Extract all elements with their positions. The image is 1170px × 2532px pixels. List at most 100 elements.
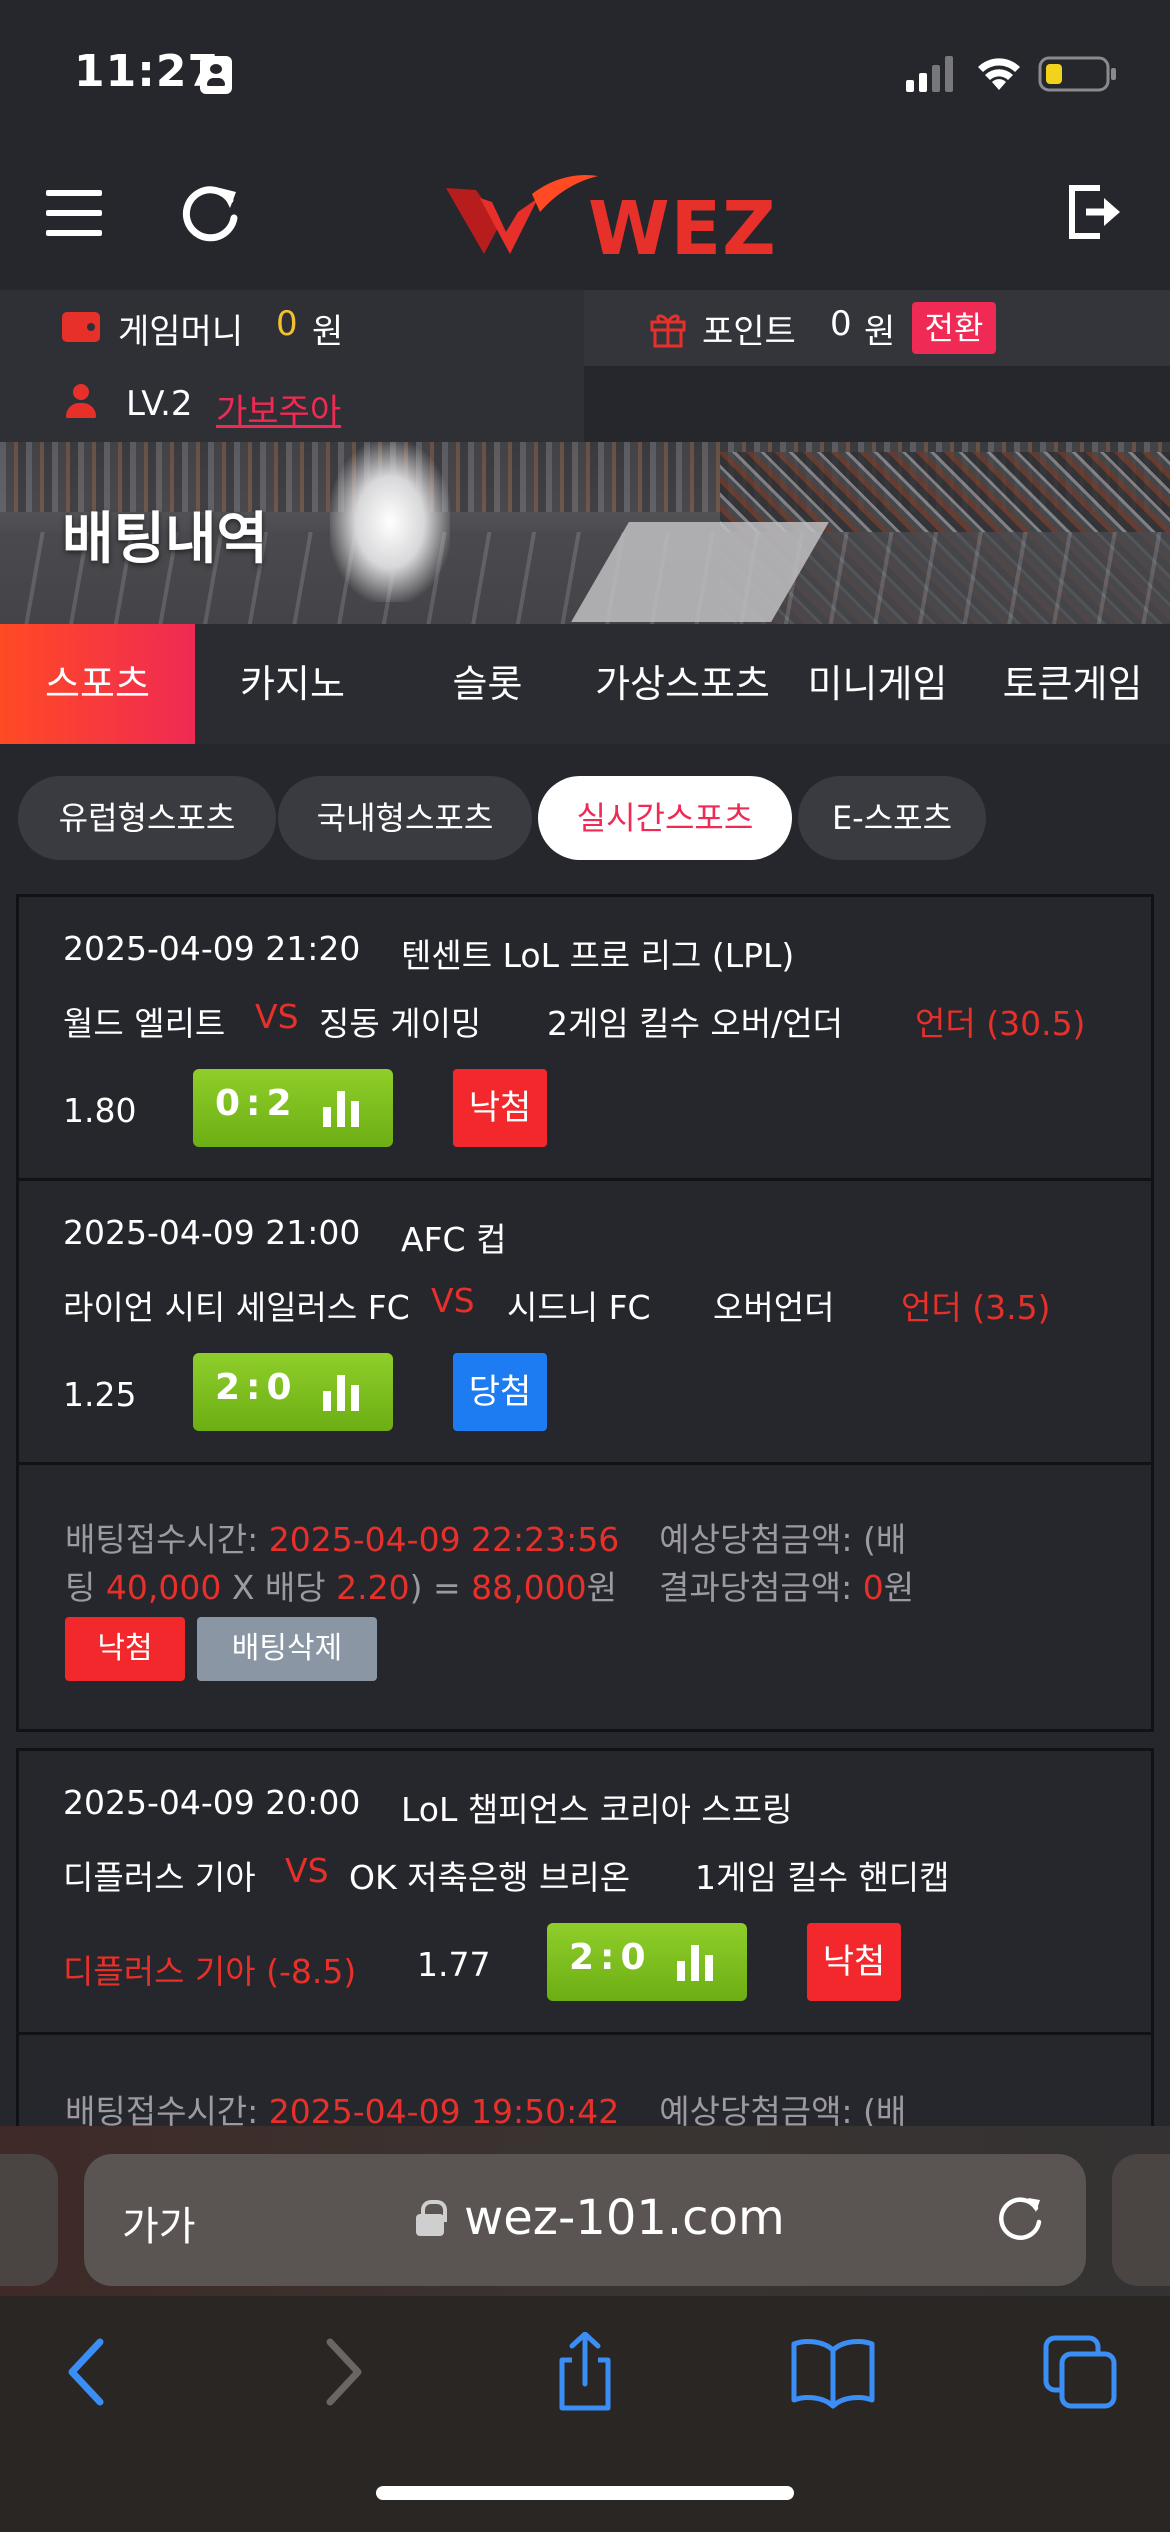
bet-odds: 1.80 xyxy=(63,1091,137,1130)
bet-item: 2025-04-09 21:20 텐센트 LoL 프로 리그 (LPL) 월드 … xyxy=(19,897,1151,1181)
bet-item: 2025-04-09 21:00 AFC 컵 라이언 시티 세일러스 FC VS… xyxy=(19,1181,1151,1465)
level-box: LV.2 가보주아 xyxy=(0,366,584,442)
bet-pick: 언더 (30.5) xyxy=(915,1004,1086,1043)
bet-vs: VS xyxy=(255,997,299,1036)
tab-casino[interactable]: 카지노 xyxy=(195,624,390,744)
url-text: wez-101.com xyxy=(464,2190,785,2246)
tab-mini-game[interactable]: 미니게임 xyxy=(780,624,975,744)
won-unit: 원 xyxy=(586,1568,617,1607)
score-button[interactable]: 0:2 xyxy=(193,1069,393,1147)
refresh-icon[interactable] xyxy=(178,180,244,246)
subtab-esports[interactable]: E-스포츠 xyxy=(798,776,986,860)
back-icon[interactable] xyxy=(44,2332,134,2412)
gift-icon xyxy=(650,314,686,348)
status-time: 11:27 xyxy=(74,46,220,97)
battery-icon xyxy=(1038,56,1116,92)
status-bar: 11:27 xyxy=(0,0,1170,150)
point-label: 포인트 xyxy=(702,312,796,352)
browser-toolbar: 가가 wez-101.com xyxy=(0,2126,1170,2532)
bet-away-team: 시드니 FC xyxy=(507,1288,651,1327)
subtab-live-sports[interactable]: 실시간스포츠 xyxy=(538,776,792,860)
banner-smoke xyxy=(330,442,450,602)
app-header: WEZ xyxy=(0,150,1170,290)
user-icon xyxy=(66,384,96,420)
reload-icon[interactable] xyxy=(992,2190,1048,2246)
result-badge-lose: 낙첨 xyxy=(453,1069,547,1147)
bet-vs: VS xyxy=(431,1281,475,1320)
bet-market: 2게임 킬수 오버/언더 xyxy=(547,1004,843,1043)
account-info-bar: 게임머니 0 원 포인트 0 원 전환 xyxy=(0,290,1170,366)
signal-icon xyxy=(906,56,953,92)
summary-line-1: 배팅접수시간: 2025-04-09 22:23:56 예상당첨금액: (배 xyxy=(65,1513,906,1561)
game-money-unit: 원 xyxy=(312,312,344,352)
equals-label: ) = xyxy=(409,1568,472,1607)
bet-league: LoL 챔피언스 코리아 스프링 xyxy=(401,1790,793,1829)
bet-odds: 1.77 xyxy=(417,1945,491,1984)
previous-tab-preview[interactable] xyxy=(0,2154,58,2286)
result-amount-value: 0 xyxy=(862,1568,884,1607)
point-box: 포인트 0 원 전환 xyxy=(584,290,1170,366)
game-money-label: 게임머니 xyxy=(118,312,244,352)
result-badge-win: 당첨 xyxy=(453,1353,547,1431)
user-level: LV.2 xyxy=(126,384,193,424)
bet-market: 1게임 킬수 핸디캡 xyxy=(695,1858,950,1897)
lock-icon xyxy=(416,2200,447,2236)
bet-datetime: 2025-04-09 21:00 xyxy=(63,1213,361,1252)
home-indicator xyxy=(376,2486,794,2500)
subtab-domestic-sports[interactable]: 국내형스포츠 xyxy=(278,776,532,860)
tabs-icon[interactable] xyxy=(1036,2332,1126,2412)
address-bar[interactable]: 가가 wez-101.com xyxy=(84,2154,1086,2286)
logo-text: WEZ xyxy=(588,186,777,272)
tab-virtual-sports[interactable]: 가상스포츠 xyxy=(585,624,780,744)
address-bar-area: 가가 wez-101.com xyxy=(0,2126,1170,2296)
bet-pick: 디플러스 기아 (-8.5) xyxy=(63,1952,357,1991)
point-value: 0 xyxy=(830,304,852,344)
expected-label: 예상당첨금액: (배 xyxy=(659,1520,907,1559)
bet-league: AFC 컵 xyxy=(401,1220,507,1259)
score-button[interactable]: 2:0 xyxy=(193,1353,393,1431)
bet-time-value: 2025-04-09 22:23:56 xyxy=(268,1520,620,1559)
bookmarks-icon[interactable] xyxy=(788,2332,878,2412)
summary-line-2: 팅 40,000 X 배당 2.20) = 88,000원 결과당첨금액: 0원 xyxy=(65,1561,914,1609)
share-icon[interactable] xyxy=(540,2332,630,2412)
bet-market: 오버언더 xyxy=(713,1288,835,1327)
result-amount-label: 결과당첨금액: xyxy=(658,1568,863,1607)
score-text: 2:0 xyxy=(215,1367,298,1408)
page-settings-button[interactable]: 가가 xyxy=(122,2194,196,2252)
forward-icon[interactable] xyxy=(296,2332,386,2412)
game-money-box: 게임머니 0 원 xyxy=(0,290,584,366)
bet-vs: VS xyxy=(285,1851,329,1890)
bet-slip-card: 2025-04-09 20:00 LoL 챔피언스 코리아 스프링 디플러스 기… xyxy=(16,1748,1154,2148)
page-title: 배팅내역 xyxy=(62,507,269,572)
bet-league: 텐센트 LoL 프로 리그 (LPL) xyxy=(401,936,795,975)
bet-datetime: 2025-04-09 20:00 xyxy=(63,1783,361,1822)
user-nickname[interactable]: 가보주아 xyxy=(216,384,341,433)
subtab-european-sports[interactable]: 유럽형스포츠 xyxy=(18,776,276,860)
stake-prefix: 팅 xyxy=(65,1568,106,1607)
next-tab-preview[interactable] xyxy=(1112,2154,1170,2286)
id-card-icon xyxy=(200,56,232,94)
stake-amount: 40,000 xyxy=(105,1568,222,1607)
wez-logo[interactable]: WEZ xyxy=(440,168,776,272)
delete-bet-button[interactable]: 배팅삭제 xyxy=(197,1617,377,1681)
convert-button[interactable]: 전환 xyxy=(912,302,996,354)
bet-item: 2025-04-09 20:00 LoL 챔피언스 코리아 스프링 디플러스 기… xyxy=(19,1751,1151,2035)
bet-odds: 1.25 xyxy=(63,1375,137,1414)
bet-datetime: 2025-04-09 21:20 xyxy=(63,929,361,968)
logout-icon[interactable] xyxy=(1066,182,1126,242)
summary-status-badge: 낙첨 xyxy=(65,1617,185,1681)
tab-slot[interactable]: 슬롯 xyxy=(390,624,585,744)
tab-sports[interactable]: 스포츠 xyxy=(0,624,195,744)
expected-amount: 88,000 xyxy=(471,1568,587,1607)
bet-summary: 배팅접수시간: 2025-04-09 22:23:56 예상당첨금액: (배 팅 … xyxy=(19,1465,1151,1729)
total-odds: 2.20 xyxy=(336,1568,410,1607)
bet-pick: 언더 (3.5) xyxy=(901,1288,1051,1327)
score-button[interactable]: 2:0 xyxy=(547,1923,747,2001)
menu-icon[interactable] xyxy=(46,190,102,238)
bet-away-team: 징동 게이밍 xyxy=(319,1004,482,1043)
tab-token-game[interactable]: 토큰게임 xyxy=(975,624,1170,744)
bet-home-team: 디플러스 기아 xyxy=(63,1858,256,1897)
logo-mark-icon xyxy=(446,174,598,254)
stats-bars-icon xyxy=(321,1371,361,1411)
stats-bars-icon xyxy=(675,1941,715,1981)
